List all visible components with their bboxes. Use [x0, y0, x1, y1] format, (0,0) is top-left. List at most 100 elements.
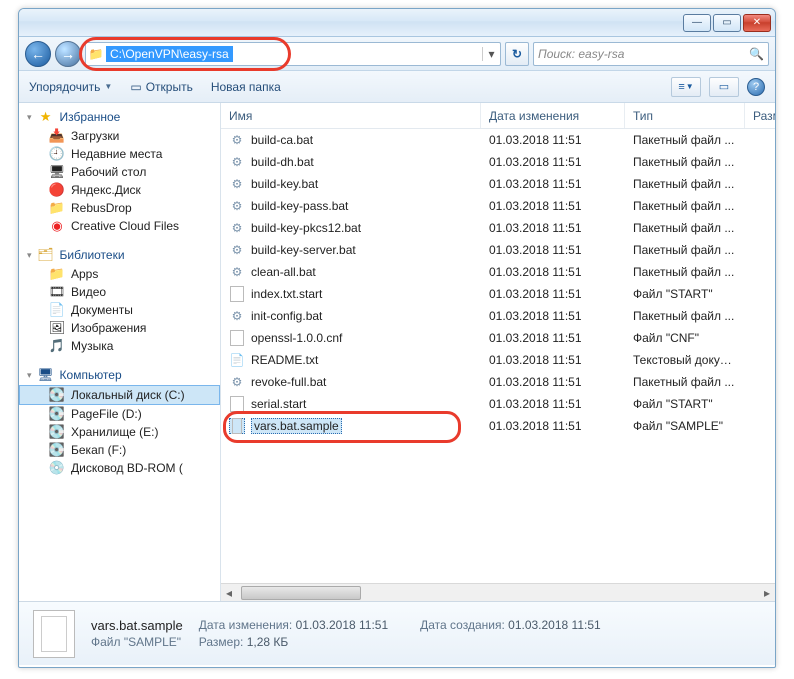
file-name: build-key-pass.bat [251, 199, 348, 213]
address-dropdown-icon[interactable]: ▾ [482, 47, 500, 61]
forward-button[interactable]: → [55, 41, 81, 67]
file-row[interactable]: index.txt.start01.03.2018 11:51Файл "STA… [221, 283, 775, 305]
file-type: Пакетный файл ... [625, 265, 745, 279]
folder-icon [49, 200, 65, 216]
search-input[interactable]: Поиск: easy-rsa 🔍 [533, 42, 769, 66]
column-type[interactable]: Тип [625, 103, 745, 128]
detail-created: 01.03.2018 11:51 [508, 618, 601, 632]
search-icon: 🔍 [749, 47, 764, 61]
file-row[interactable]: openssl-1.0.0.cnf01.03.2018 11:51Файл "C… [221, 327, 775, 349]
file-row[interactable]: serial.start01.03.2018 11:51Файл "START" [221, 393, 775, 415]
file-type: Пакетный файл ... [625, 199, 745, 213]
file-icon [229, 242, 245, 258]
scroll-left-icon[interactable]: ◂ [221, 586, 237, 600]
file-icon [229, 286, 245, 302]
sidebar-item-ccfiles[interactable]: ◉Creative Cloud Files [19, 217, 220, 235]
sidebar-item-drive-d[interactable]: PageFile (D:) [19, 405, 220, 423]
libraries-icon: 🗂 [38, 247, 54, 263]
file-row[interactable]: build-key-pkcs12.bat01.03.2018 11:51Паке… [221, 217, 775, 239]
pictures-icon [49, 320, 65, 336]
back-button[interactable]: ← [25, 41, 51, 67]
preview-pane-button[interactable]: ▭ [709, 77, 739, 97]
horizontal-scrollbar[interactable]: ◂ ▸ [221, 583, 775, 601]
view-options-button[interactable]: ≡ ▼ [671, 77, 701, 97]
hdd-icon [49, 424, 65, 440]
file-date: 01.03.2018 11:51 [481, 265, 625, 279]
sidebar-computer-header[interactable]: ▾Компьютер [19, 365, 220, 385]
file-icon [229, 330, 245, 346]
detail-created-label: Дата создания: [420, 618, 505, 632]
file-date: 01.03.2018 11:51 [481, 331, 625, 345]
file-icon [229, 352, 245, 368]
yandex-disk-icon [49, 182, 65, 198]
refresh-button[interactable]: ↻ [505, 42, 529, 66]
file-row[interactable]: build-key-pass.bat01.03.2018 11:51Пакетн… [221, 195, 775, 217]
file-row[interactable]: build-key-server.bat01.03.2018 11:51Паке… [221, 239, 775, 261]
sidebar-item-drive-e[interactable]: Хранилище (E:) [19, 423, 220, 441]
column-size[interactable]: Разме [745, 103, 775, 128]
details-pane: vars.bat.sample Дата изменения: 01.03.20… [19, 601, 775, 665]
file-name: README.txt [251, 353, 318, 367]
scrollbar-thumb[interactable] [241, 586, 361, 600]
file-name: revoke-full.bat [251, 375, 326, 389]
file-row[interactable]: init-config.bat01.03.2018 11:51Пакетный … [221, 305, 775, 327]
file-row[interactable]: revoke-full.bat01.03.2018 11:51Пакетный … [221, 371, 775, 393]
detail-modified: 01.03.2018 11:51 [296, 618, 389, 632]
sidebar-libraries-header[interactable]: ▾🗂Библиотеки [19, 245, 220, 265]
file-row[interactable]: vars.bat.sample01.03.2018 11:51Файл "SAM… [221, 415, 775, 437]
file-row[interactable]: build-ca.bat01.03.2018 11:51Пакетный фай… [221, 129, 775, 151]
help-icon[interactable]: ? [747, 78, 765, 96]
scroll-right-icon[interactable]: ▸ [759, 586, 775, 600]
column-name[interactable]: Имя [221, 103, 481, 128]
toolbar: Упорядочить ▼ ▭ Открыть Новая папка ≡ ▼ … [19, 71, 775, 103]
documents-icon [49, 302, 65, 318]
detail-size: 1,28 КБ [247, 635, 289, 649]
file-date: 01.03.2018 11:51 [481, 419, 625, 433]
open-button[interactable]: ▭ Открыть [130, 80, 192, 94]
file-type: Файл "START" [625, 397, 745, 411]
sidebar-item-pictures[interactable]: Изображения [19, 319, 220, 337]
sidebar-item-downloads[interactable]: Загрузки [19, 127, 220, 145]
sidebar-item-desktop[interactable]: Рабочий стол [19, 163, 220, 181]
sidebar-item-yandexdisk[interactable]: Яндекс.Диск [19, 181, 220, 199]
sidebar-item-bdrom[interactable]: Дисковод BD-ROM ( [19, 459, 220, 477]
file-name: build-key-pkcs12.bat [251, 221, 361, 235]
maximize-button[interactable] [713, 14, 741, 32]
close-button[interactable] [743, 14, 771, 32]
file-name: build-key.bat [251, 177, 318, 191]
file-icon [229, 154, 245, 170]
new-folder-button[interactable]: Новая папка [211, 80, 281, 94]
body: ▾★Избранное Загрузки Недавние места Рабо… [19, 103, 775, 601]
minimize-button[interactable] [683, 14, 711, 32]
file-icon [229, 418, 245, 434]
sidebar-item-apps[interactable]: 📁Apps [19, 265, 220, 283]
sidebar-item-drive-f[interactable]: Бекап (F:) [19, 441, 220, 459]
sidebar-item-rebusdrop[interactable]: RebusDrop [19, 199, 220, 217]
column-date[interactable]: Дата изменения [481, 103, 625, 128]
creative-cloud-icon: ◉ [49, 218, 65, 234]
file-type: Пакетный файл ... [625, 133, 745, 147]
file-large-icon [33, 610, 75, 658]
sidebar-item-documents[interactable]: Документы [19, 301, 220, 319]
music-icon [49, 338, 65, 354]
file-row[interactable]: build-dh.bat01.03.2018 11:51Пакетный фай… [221, 151, 775, 173]
file-name: init-config.bat [251, 309, 322, 323]
organize-button[interactable]: Упорядочить ▼ [29, 80, 112, 94]
file-type: Пакетный файл ... [625, 155, 745, 169]
file-row[interactable]: build-key.bat01.03.2018 11:51Пакетный фа… [221, 173, 775, 195]
file-icon [229, 264, 245, 280]
sidebar-item-videos[interactable]: Видео [19, 283, 220, 301]
open-icon: ▭ [130, 80, 141, 94]
file-row[interactable]: clean-all.bat01.03.2018 11:51Пакетный фа… [221, 261, 775, 283]
sidebar-favorites-header[interactable]: ▾★Избранное [19, 107, 220, 127]
file-type: Пакетный файл ... [625, 177, 745, 191]
sidebar-item-recent[interactable]: Недавние места [19, 145, 220, 163]
computer-icon [38, 367, 54, 383]
sidebar-item-drive-c[interactable]: Локальный диск (C:) [19, 385, 220, 405]
address-bar[interactable]: 📁 C:\OpenVPN\easy-rsa ▾ [85, 42, 501, 66]
file-row[interactable]: README.txt01.03.2018 11:51Текстовый доку… [221, 349, 775, 371]
file-date: 01.03.2018 11:51 [481, 397, 625, 411]
file-icon [229, 132, 245, 148]
sidebar-item-music[interactable]: Музыка [19, 337, 220, 355]
search-placeholder: Поиск: easy-rsa [538, 47, 624, 61]
